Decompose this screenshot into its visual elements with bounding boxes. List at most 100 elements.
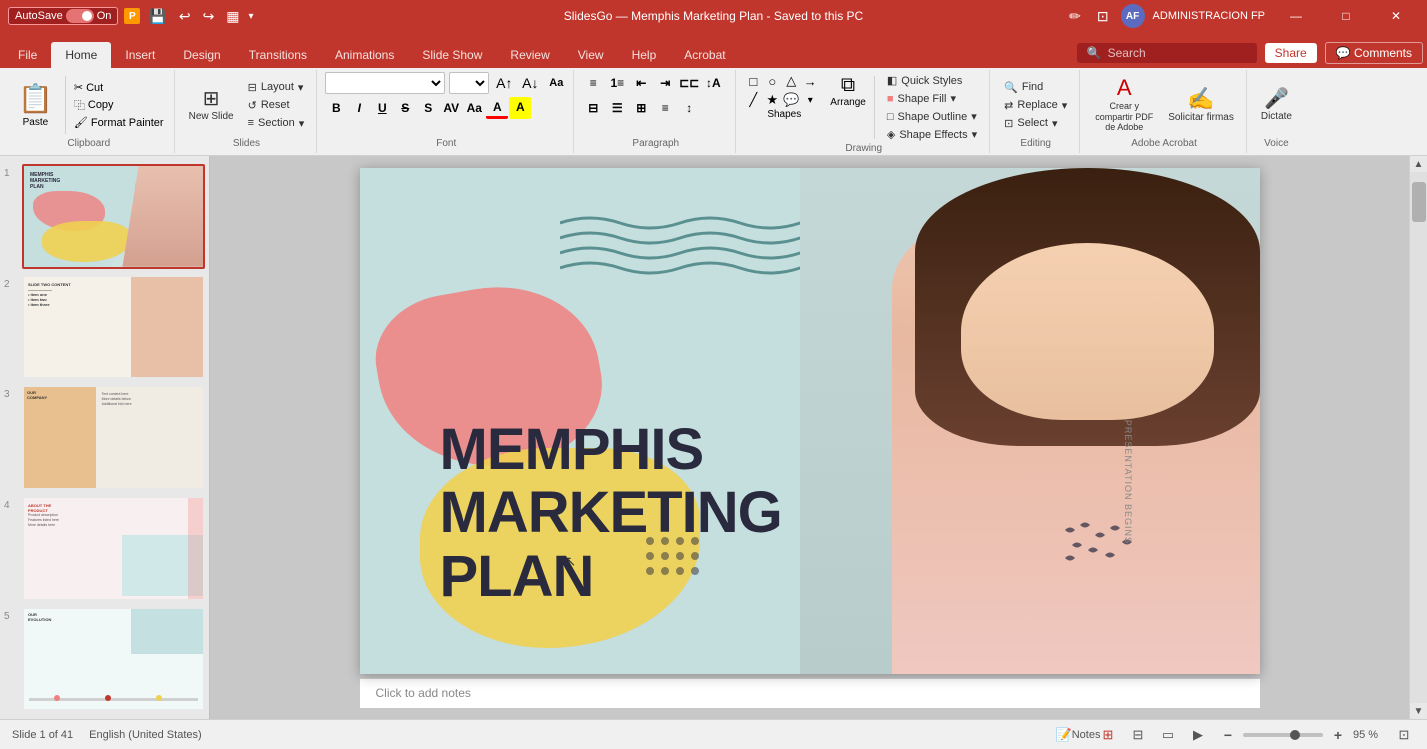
presentation-view-button[interactable]: ▦ <box>223 8 242 25</box>
redo-button[interactable]: ↪ <box>200 8 218 25</box>
create-pdf-button[interactable]: A Crear y compartir PDF de Adobe <box>1088 74 1160 136</box>
slide-thumb-2[interactable]: SLIDE TWO CONTENT——————• item one• item … <box>22 275 205 380</box>
underline-button[interactable]: U <box>371 97 393 119</box>
comments-button[interactable]: 💬 Comments <box>1325 42 1423 64</box>
new-slide-button[interactable]: ⊞ New Slide <box>183 86 240 125</box>
arrange-button[interactable]: ⧉ Arrange <box>828 72 868 110</box>
clear-format-button[interactable]: Aa <box>545 72 567 94</box>
notes-bar[interactable]: Click to add notes <box>360 678 1260 708</box>
restore-button[interactable]: □ <box>1323 0 1369 32</box>
slide-item-2[interactable]: 2 SLIDE TWO CONTENT——————• item one• ite… <box>4 275 205 380</box>
text-direction-button[interactable]: ↕A <box>702 72 724 94</box>
tab-help[interactable]: Help <box>618 42 671 68</box>
tab-transitions[interactable]: Transitions <box>235 42 321 68</box>
shape-more[interactable]: ▾ <box>801 91 819 109</box>
decrease-font-button[interactable]: A↓ <box>519 72 541 94</box>
font-color-button[interactable]: A <box>486 97 508 119</box>
scroll-down-arrow[interactable]: ▼ <box>1411 703 1427 719</box>
shapes-button[interactable]: □ ○ △ → ╱ ★ 💬 ▾ Shapes <box>744 72 824 120</box>
slide-thumb-1[interactable]: MEMPHISMARKETINGPLAN <box>22 164 205 269</box>
tab-review[interactable]: Review <box>496 42 563 68</box>
slide-canvas[interactable]: MEMPHIS MARKETING PLAN <box>360 168 1260 674</box>
strikethrough-button[interactable]: S <box>394 97 416 119</box>
slide-item-1[interactable]: 1 MEMPHISMARKETINGPLAN <box>4 164 205 269</box>
char-spacing-button[interactable]: AV <box>440 97 462 119</box>
shape-effects-button[interactable]: ◈ Shape Effects ▾ <box>881 126 983 143</box>
scroll-up-arrow[interactable]: ▲ <box>1411 156 1427 172</box>
tab-view[interactable]: View <box>564 42 618 68</box>
user-avatar[interactable]: AF <box>1121 4 1145 28</box>
reset-button[interactable]: ↺ Reset <box>242 97 311 114</box>
undo-button[interactable]: ↩ <box>176 8 194 25</box>
format-painter-button[interactable]: 🖌 Format Painter <box>70 115 168 130</box>
tab-acrobat[interactable]: Acrobat <box>670 42 739 68</box>
bold-button[interactable]: B <box>325 97 347 119</box>
autosave-button[interactable]: AutoSave On <box>8 7 118 25</box>
search-input[interactable] <box>1108 46 1248 60</box>
cut-button[interactable]: ✂ Cut <box>70 80 168 95</box>
tab-animations[interactable]: Animations <box>321 42 408 68</box>
tab-home[interactable]: Home <box>51 42 111 68</box>
autosave-toggle[interactable] <box>66 9 94 23</box>
tab-slide-show[interactable]: Slide Show <box>408 42 496 68</box>
slide-thumb-6[interactable]: SLIDE SIX <box>22 717 205 719</box>
slideshow-button[interactable]: ▶ <box>1187 724 1209 746</box>
italic-button[interactable]: I <box>348 97 370 119</box>
line-spacing-button[interactable]: ↕ <box>678 97 700 119</box>
close-button[interactable]: ✕ <box>1373 0 1419 32</box>
highlight-color-button[interactable]: A <box>509 97 531 119</box>
normal-view-button[interactable]: ⊞ <box>1097 724 1119 746</box>
decrease-indent-button[interactable]: ⇤ <box>630 72 652 94</box>
search-bar[interactable]: 🔍 <box>1077 43 1257 63</box>
request-signatures-button[interactable]: ✍ Solicitar firmas <box>1162 85 1240 126</box>
slide-thumb-4[interactable]: ABOUT THEPRODUCT Product descriptionFeat… <box>22 496 205 601</box>
reading-view-button[interactable]: ▭ <box>1157 724 1179 746</box>
slide-item-5[interactable]: 5 OUREVOLUTION <box>4 607 205 712</box>
find-button[interactable]: 🔍 Find <box>998 79 1073 96</box>
increase-font-button[interactable]: A↑ <box>493 72 515 94</box>
vertical-scrollbar[interactable]: ▲ ▼ <box>1409 156 1427 719</box>
share-button[interactable]: Share <box>1265 43 1317 63</box>
zoom-in-button[interactable]: + <box>1327 724 1349 746</box>
shape-fill-button[interactable]: ■ Shape Fill ▾ <box>881 90 983 107</box>
slide-item-4[interactable]: 4 ABOUT THEPRODUCT Product descriptionFe… <box>4 496 205 601</box>
display-settings-icon[interactable]: ⊡ <box>1093 8 1113 25</box>
save-button[interactable]: 💾 <box>146 8 169 25</box>
font-name-selector[interactable] <box>325 72 445 94</box>
section-button[interactable]: ≡ Section ▾ <box>242 115 311 132</box>
tab-file[interactable]: File <box>4 42 51 68</box>
minimize-button[interactable]: — <box>1273 0 1319 32</box>
slide-thumb-3[interactable]: OURCOMPANY Text content hereMore details… <box>22 385 205 490</box>
quick-styles-button[interactable]: ◧ Quick Styles <box>881 72 983 89</box>
increase-indent-button[interactable]: ⇥ <box>654 72 676 94</box>
columns-button[interactable]: ⊏⊏ <box>678 72 700 94</box>
quick-access-dropdown[interactable]: ▾ <box>249 11 254 22</box>
font-size-selector[interactable] <box>449 72 489 94</box>
slide-thumb-5[interactable]: OUREVOLUTION <box>22 607 205 712</box>
numbering-button[interactable]: 1≡ <box>606 72 628 94</box>
slide-item-3[interactable]: 3 OURCOMPANY Text content hereMore detai… <box>4 385 205 490</box>
copy-button[interactable]: ⿻ Copy <box>70 96 168 114</box>
case-button[interactable]: Aa <box>463 97 485 119</box>
align-left-button[interactable]: ⊟ <box>582 97 604 119</box>
bullets-button[interactable]: ≡ <box>582 72 604 94</box>
replace-button[interactable]: ⇄ Replace ▾ <box>998 97 1073 114</box>
scroll-thumb[interactable] <box>1412 182 1426 222</box>
zoom-slider[interactable] <box>1243 733 1323 737</box>
paste-button[interactable]: 📋 Paste <box>10 78 61 132</box>
scroll-track[interactable] <box>1410 172 1427 703</box>
align-right-button[interactable]: ⊞ <box>630 97 652 119</box>
shadow-button[interactable]: S <box>417 97 439 119</box>
select-button[interactable]: ⊡ Select ▾ <box>998 115 1073 132</box>
layout-button[interactable]: ⊟ Layout ▾ <box>242 79 311 96</box>
align-center-button[interactable]: ☰ <box>606 97 628 119</box>
slide-sorter-button[interactable]: ⊟ <box>1127 724 1149 746</box>
shape-outline-button[interactable]: □ Shape Outline ▾ <box>881 108 983 125</box>
fit-button[interactable]: ⊡ <box>1393 724 1415 746</box>
dictate-button[interactable]: 🎤 Dictate <box>1255 86 1298 125</box>
notes-button[interactable]: 📝 Notes <box>1067 724 1089 746</box>
pen-icon[interactable]: ✏ <box>1065 8 1085 25</box>
justify-button[interactable]: ≡ <box>654 97 676 119</box>
tab-design[interactable]: Design <box>169 42 234 68</box>
slide-item-6[interactable]: 6 SLIDE SIX <box>4 717 205 719</box>
